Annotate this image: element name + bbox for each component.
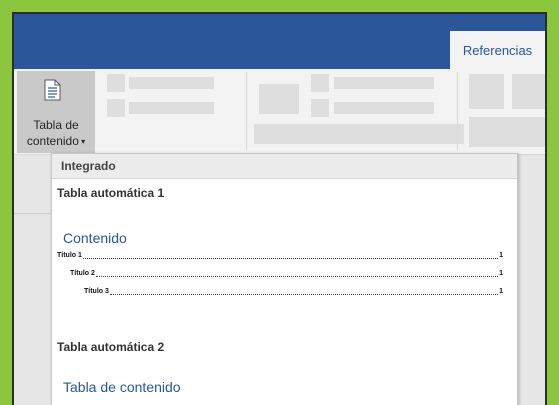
dropdown-arrow-icon: ▾	[78, 137, 86, 146]
title-bar: Referencias	[14, 14, 545, 69]
toc-leader-dots	[95, 276, 499, 277]
toc-button-label: Tabla de contenido ▾	[17, 117, 95, 150]
toc-entry-page: 1	[499, 270, 503, 277]
screenshot-frame: Referencias Tabla de contenido ▾ Integra…	[12, 12, 547, 405]
toc-entry-label: Título 1	[57, 252, 82, 259]
toc-preview-entry[interactable]: Título 1 1	[57, 251, 503, 261]
ribbon-placeholder	[334, 77, 434, 89]
ribbon-placeholder	[311, 74, 329, 92]
gallery-option-title[interactable]: Tabla automática 1	[57, 186, 164, 200]
ribbon-placeholder	[254, 124, 464, 144]
toc-preview-entry[interactable]: Título 2 1	[70, 269, 503, 279]
ribbon-separator	[457, 72, 458, 150]
ribbon-placeholder	[334, 102, 434, 114]
toc-entry-label: Título 3	[84, 288, 109, 295]
ribbon-placeholder	[107, 74, 125, 92]
document-lines-icon	[44, 79, 61, 101]
gallery-section-header: Integrado	[52, 154, 517, 179]
word-window: Referencias Tabla de contenido ▾ Integra…	[14, 14, 545, 405]
ribbon-placeholder	[129, 77, 214, 89]
ribbon-placeholder	[107, 99, 125, 117]
toc-label-line1: Tabla de	[33, 118, 79, 132]
ribbon-placeholder	[129, 102, 214, 114]
gallery-option-title[interactable]: Tabla automática 2	[57, 340, 164, 354]
toc-dropdown-gallery: Integrado Tabla automática 1 Contenido T…	[51, 153, 518, 405]
ribbon-separator	[246, 72, 247, 150]
toc-preview-heading[interactable]: Tabla de contenido	[63, 379, 181, 395]
toc-leader-dots	[109, 294, 499, 295]
ribbon-placeholder	[469, 74, 504, 109]
table-of-contents-button[interactable]: Tabla de contenido ▾	[17, 71, 95, 153]
toc-preview-entry[interactable]: Título 3 1	[84, 287, 503, 297]
toc-entry-label: Título 2	[70, 270, 95, 277]
toc-leader-dots	[82, 258, 499, 259]
ribbon-placeholder	[259, 84, 299, 114]
document-edge	[14, 213, 50, 214]
tab-referencias[interactable]: Referencias	[450, 31, 545, 69]
ribbon-placeholder	[512, 74, 545, 109]
toc-label-line2: contenido ▾	[26, 134, 86, 148]
toc-preview-heading[interactable]: Contenido	[63, 230, 127, 246]
toc-entry-page: 1	[499, 288, 503, 295]
ribbon-placeholder	[469, 117, 545, 147]
ribbon-placeholder	[311, 99, 329, 117]
toc-entry-page: 1	[499, 252, 503, 259]
ribbon: Tabla de contenido ▾	[14, 69, 545, 155]
